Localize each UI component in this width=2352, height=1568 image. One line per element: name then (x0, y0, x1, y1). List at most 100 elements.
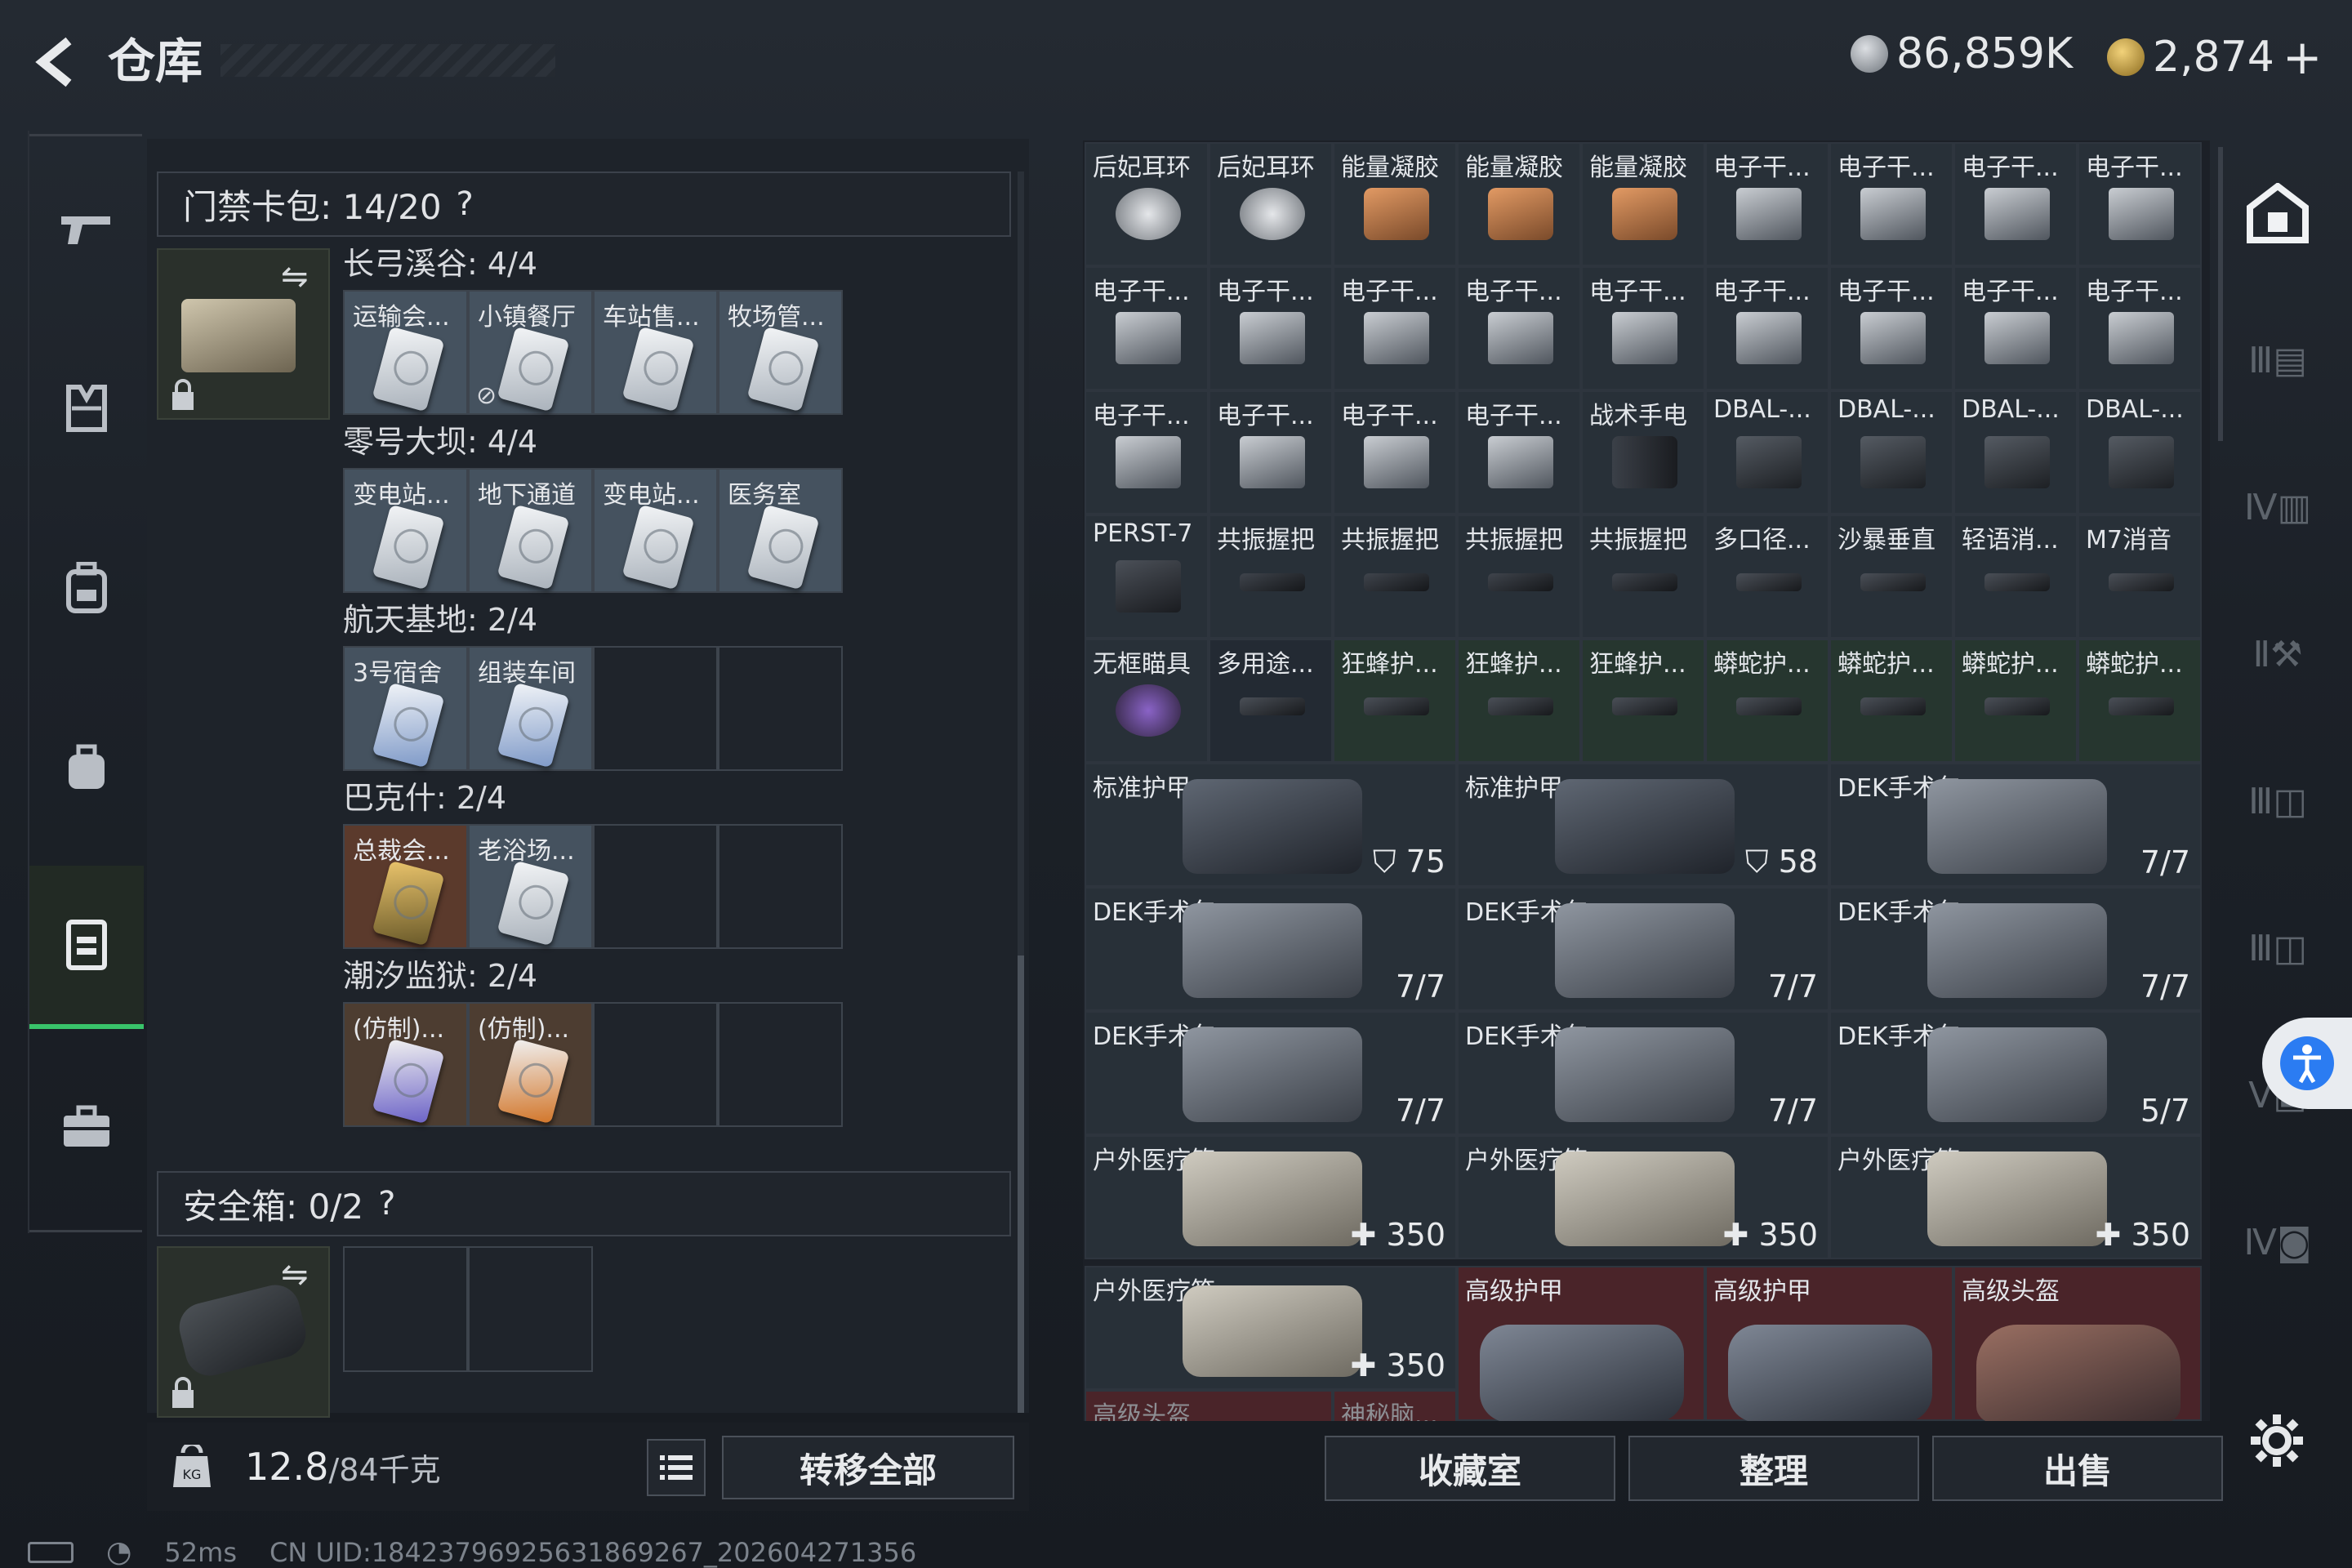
keycard-slot[interactable]: 运输会... (343, 290, 468, 415)
item-cell[interactable]: 电子干... (1705, 142, 1829, 266)
item-cell[interactable]: 电子干... (1457, 390, 1581, 514)
item-cell[interactable]: 多用途... (1209, 639, 1333, 763)
item-cell-large[interactable]: DEK手术包 7/7 (1829, 887, 2202, 1011)
item-cell-large[interactable]: 户外医疗箱 ✚ 350 (1457, 1135, 1829, 1259)
nav-weapon[interactable] (29, 147, 144, 310)
keycard-slot[interactable]: 3号宿舍 (343, 646, 468, 771)
keycard-slot-empty[interactable] (718, 824, 843, 949)
item-cell[interactable]: 电子干... (2078, 266, 2202, 390)
nav-warehouse[interactable] (29, 866, 144, 1029)
keycard-slot[interactable]: (仿制)... (468, 1002, 593, 1127)
item-cell[interactable]: 电子干... (1085, 390, 1209, 514)
transfer-all-button[interactable]: 转移全部 (722, 1436, 1014, 1499)
item-cell-partial[interactable]: 神秘脑... (1333, 1390, 1457, 1421)
keycard-slot-empty[interactable] (593, 824, 718, 949)
keycard-slot[interactable]: 老浴场... (468, 824, 593, 949)
item-cell[interactable]: 蟒蛇护... (2078, 639, 2202, 763)
item-cell-med[interactable]: 户外医疗箱 ✚ 350 (1085, 1266, 1457, 1390)
keycard-slot-empty[interactable] (593, 646, 718, 771)
stash-tab-4[interactable]: Ⅱ⚒ (2233, 617, 2323, 691)
item-cell[interactable]: 蟒蛇护... (1953, 639, 2078, 763)
nav-case[interactable] (29, 1045, 144, 1209)
item-cell[interactable]: 蟒蛇护... (1829, 639, 1953, 763)
item-cell[interactable]: 电子干... (1953, 266, 2078, 390)
nav-vest[interactable] (29, 327, 144, 490)
item-cell-large[interactable]: DEK手术包 7/7 (1085, 1011, 1457, 1135)
currency-gold[interactable]: 2,874 + (2107, 29, 2322, 85)
item-cell-large[interactable]: 标准护甲 ⛉ 75 (1085, 763, 1457, 887)
keycard-slot[interactable]: 地下通道 (468, 468, 593, 593)
item-cell[interactable]: 电子干... (1085, 266, 1209, 390)
item-cell[interactable]: 共振握把 (1457, 514, 1581, 639)
item-cell[interactable]: 电子干... (1333, 266, 1457, 390)
keycard-slot[interactable]: 医务室 (718, 468, 843, 593)
keycard-slot-empty[interactable] (718, 1002, 843, 1127)
nav-backpack[interactable] (29, 506, 144, 670)
item-cell[interactable]: 电子干... (1333, 390, 1457, 514)
keycard-slot-empty[interactable] (718, 646, 843, 771)
safebox-slot-empty[interactable] (343, 1246, 468, 1372)
item-cell[interactable]: DBAL-... (2078, 390, 2202, 514)
scrollbar-track[interactable] (1018, 172, 1024, 1413)
item-cell-large[interactable]: DEK手术包 7/7 (1457, 887, 1829, 1011)
keycard-slot-empty[interactable] (593, 1002, 718, 1127)
item-cell-partial[interactable]: 高级头盔 (1085, 1390, 1333, 1421)
item-cell[interactable]: 轻语消... (1953, 514, 2078, 639)
item-cell-large[interactable]: DEK手术包 7/7 (1829, 763, 2202, 887)
keycard-help-icon[interactable]: ? (457, 185, 474, 223)
keycard-case[interactable]: ⇋ (157, 248, 330, 420)
item-cell[interactable]: 共振握把 (1209, 514, 1333, 639)
item-cell[interactable]: 电子干... (1457, 266, 1581, 390)
keycard-slot[interactable]: 变电站... (343, 468, 468, 593)
item-cell[interactable]: 电子干... (1705, 266, 1829, 390)
item-cell-large[interactable]: DEK手术包 7/7 (1085, 887, 1457, 1011)
scrollbar-thumb[interactable] (1018, 956, 1024, 1413)
item-cell-large[interactable]: 户外医疗箱 ✚ 350 (1085, 1135, 1457, 1259)
item-cell[interactable]: M7消音 (2078, 514, 2202, 639)
item-cell[interactable]: 电子干... (1209, 390, 1333, 514)
organize-button[interactable]: 整理 (1628, 1436, 1919, 1501)
item-cell-large[interactable]: 标准护甲 ⛉ 58 (1457, 763, 1829, 887)
keycard-slot[interactable]: (仿制)... (343, 1002, 468, 1127)
item-cell[interactable]: DBAL-... (1953, 390, 2078, 514)
item-cell[interactable]: 后妃耳环 (1085, 142, 1209, 266)
item-cell[interactable]: 狂蜂护... (1457, 639, 1581, 763)
swap-icon[interactable]: ⇋ (281, 1256, 309, 1294)
keycard-slot[interactable]: 总裁会... (343, 824, 468, 949)
safebox-slot-empty[interactable] (468, 1246, 593, 1372)
item-cell[interactable]: 能量凝胶 (1457, 142, 1581, 266)
keycard-slot[interactable]: 组装车间 (468, 646, 593, 771)
settings-button[interactable] (2249, 1413, 2305, 1472)
keycard-slot[interactable]: 变电站... (593, 468, 718, 593)
item-cell[interactable]: 电子干... (2078, 142, 2202, 266)
item-cell-armor[interactable]: 高级护甲 (1705, 1266, 1953, 1421)
item-cell[interactable]: 电子干... (1829, 266, 1953, 390)
stash-tab-main[interactable] (2233, 176, 2323, 250)
item-cell[interactable]: 共振握把 (1581, 514, 1705, 639)
item-cell[interactable]: 电子干... (1953, 142, 2078, 266)
item-cell[interactable]: DBAL-... (1829, 390, 1953, 514)
safebox-help-icon[interactable]: ? (378, 1185, 395, 1223)
item-cell-large[interactable]: DEK手术包 5/7 (1829, 1011, 2202, 1135)
safebox-case[interactable]: ⇋ (157, 1246, 330, 1418)
add-currency-button[interactable]: + (2283, 29, 2323, 85)
stash-tab-3[interactable]: Ⅳ▥ (2233, 470, 2323, 544)
nav-helmet-bag[interactable] (29, 686, 144, 849)
item-cell[interactable]: 后妃耳环 (1209, 142, 1333, 266)
item-cell[interactable]: PERST-7 (1085, 514, 1209, 639)
item-cell[interactable]: DBAL-... (1705, 390, 1829, 514)
accessibility-button[interactable] (2262, 1018, 2352, 1109)
item-cell-helmet[interactable]: 高级头盔 (1953, 1266, 2202, 1421)
item-cell[interactable]: 多口径... (1705, 514, 1829, 639)
item-cell[interactable]: 沙暴垂直 (1829, 514, 1953, 639)
list-view-button[interactable] (647, 1439, 706, 1496)
collection-room-button[interactable]: 收藏室 (1325, 1436, 1615, 1501)
stash-tab-5[interactable]: Ⅲ◫ (2233, 764, 2323, 838)
item-cell[interactable]: 电子干... (1581, 266, 1705, 390)
swap-icon[interactable]: ⇋ (281, 258, 309, 296)
item-cell[interactable]: 狂蜂护... (1333, 639, 1457, 763)
stash-tab-2[interactable]: Ⅲ▤ (2233, 323, 2323, 397)
item-cell-large[interactable]: 户外医疗箱 ✚ 350 (1829, 1135, 2202, 1259)
item-cell[interactable]: 蟒蛇护... (1705, 639, 1829, 763)
keycard-slot[interactable]: 小镇餐厅 ⊘ (468, 290, 593, 415)
